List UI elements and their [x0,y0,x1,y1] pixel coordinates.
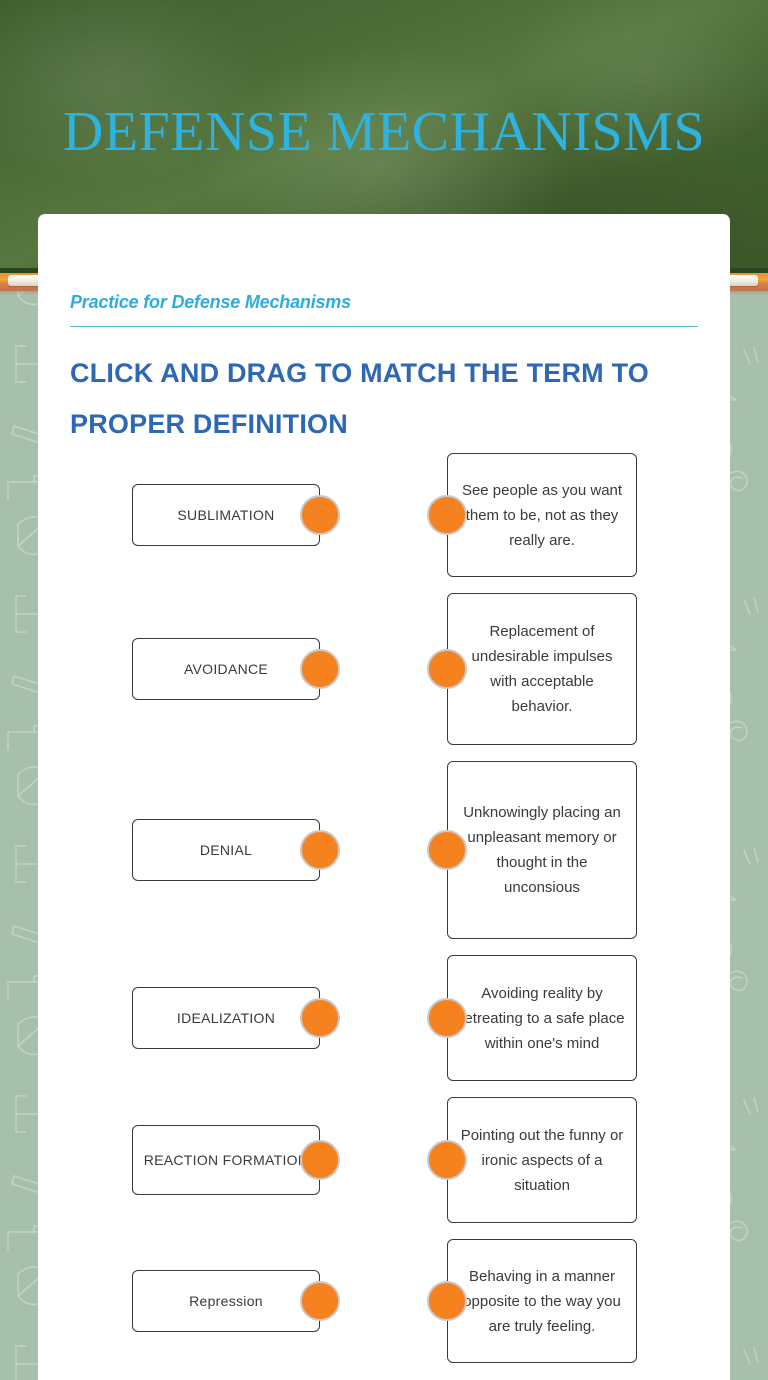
matching-row: SUBLIMATION See people as you want them t… [38,453,730,577]
term-box[interactable]: IDEALIZATION [132,987,320,1049]
term-box[interactable]: AVOIDANCE [132,638,320,700]
matching-exercise: SUBLIMATION See people as you want them t… [38,453,730,1379]
definition-connector-dot[interactable] [427,998,467,1038]
term-connector-dot[interactable] [300,649,340,689]
definition-connector-dot[interactable] [427,1140,467,1180]
term-connector-dot[interactable] [300,1281,340,1321]
definition-connector-dot[interactable] [427,649,467,689]
term-label: IDEALIZATION [176,1009,276,1026]
worksheet-page: DEFENSE MECHANISMS Practice for Defense … [0,0,768,1380]
definition-label: Unknowingly placing an unpleasant memory… [463,804,621,896]
definition-box[interactable]: Avoiding reality by retreating to a safe… [447,955,637,1081]
term-box[interactable]: DENIAL [132,819,320,881]
matching-row: IDEALIZATION Avoiding reality by retreati… [38,955,730,1081]
term-label: DENIAL [199,841,253,858]
term-label: Repression [189,1292,263,1309]
definition-box[interactable]: Unknowingly placing an unpleasant memory… [447,761,637,939]
term-box[interactable]: Repression [132,1270,320,1332]
definition-box[interactable]: Replacement of undesirable impulses with… [447,593,637,745]
term-box[interactable]: REACTION FORMATION [132,1125,320,1195]
term-label: SUBLIMATION [177,506,275,523]
definition-box[interactable]: Pointing out the funny or ironic aspects… [447,1097,637,1223]
term-box[interactable]: SUBLIMATION [132,484,320,546]
matching-row: Repression Behaving in a manner opposite … [38,1239,730,1363]
term-connector-dot[interactable] [300,830,340,870]
definition-label: Avoiding reality by retreating to a safe… [459,984,625,1052]
definition-label: Pointing out the funny or ironic aspects… [460,1126,624,1194]
instruction-heading: Click and drag to match the term to prop… [70,358,649,439]
definition-label: Behaving in a manner opposite to the way… [463,1267,621,1335]
term-label: REACTION FORMATION [143,1151,309,1168]
worksheet-subtitle: Practice for Defense Mechanisms [70,292,351,312]
definition-connector-dot[interactable] [427,495,467,535]
definition-label: Replacement of undesirable impulses with… [471,623,613,715]
term-connector-dot[interactable] [300,998,340,1038]
definition-box[interactable]: See people as you want them to be, not a… [447,453,637,577]
worksheet-card: Practice for Defense Mechanisms Click an… [38,214,730,1380]
term-label: AVOIDANCE [183,660,269,677]
definition-connector-dot[interactable] [427,1281,467,1321]
matching-row: DENIAL Unknowingly placing an unpleasant … [38,761,730,939]
term-connector-dot[interactable] [300,495,340,535]
term-connector-dot[interactable] [300,1140,340,1180]
matching-row: REACTION FORMATION Pointing out the funny… [38,1097,730,1223]
definition-connector-dot[interactable] [427,830,467,870]
subtitle-divider [70,326,698,327]
page-title: DEFENSE MECHANISMS [62,101,706,163]
definition-label: See people as you want them to be, not a… [461,481,623,549]
definition-box[interactable]: Behaving in a manner opposite to the way… [447,1239,637,1363]
matching-row: AVOIDANCE Replacement of undesirable impu… [38,593,730,745]
